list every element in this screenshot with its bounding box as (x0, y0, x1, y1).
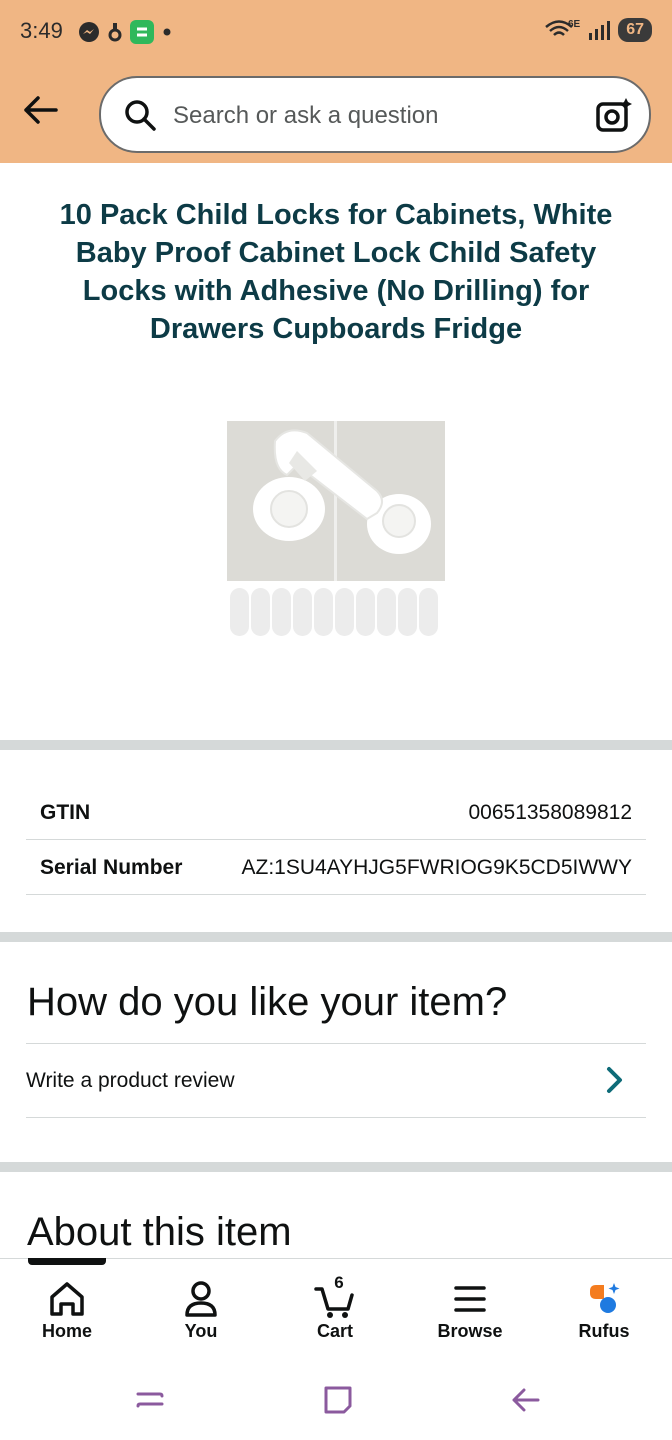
battery-indicator: 67 (618, 18, 652, 42)
back-button[interactable] (20, 90, 60, 130)
write-review-row[interactable]: Write a product review (26, 1043, 646, 1118)
green-app-icon (130, 20, 154, 44)
mini-lock (335, 588, 354, 636)
nav-rufus[interactable]: Rufus (549, 1259, 659, 1359)
section-divider (0, 932, 672, 942)
product-title: 10 Pack Child Locks for Cabinets, White … (59, 199, 613, 345)
table-row: Serial Number AZ:1SU4AYHJG5FWRIOG9K5CD5I… (26, 840, 646, 895)
system-navigation-bar (0, 1360, 672, 1440)
nav-cart[interactable]: 6 Cart (280, 1259, 390, 1359)
detail-label: Serial Number (40, 856, 183, 879)
search-bar[interactable]: Search or ask a question (99, 76, 651, 153)
messenger-icon (79, 22, 99, 42)
table-row: GTIN 00651358089812 (26, 785, 646, 840)
camera-search-icon[interactable] (595, 96, 633, 134)
search-icon (125, 100, 156, 131)
app-notification-icon (108, 23, 122, 42)
child-lock-image (253, 429, 431, 554)
nav-browse[interactable]: Browse (415, 1259, 525, 1359)
network-type: 6E (567, 18, 581, 30)
menu-icon (454, 1286, 486, 1312)
mini-lock (398, 588, 417, 636)
write-review-label: Write a product review (26, 1069, 235, 1092)
review-heading: How do you like your item? (27, 980, 508, 1024)
chevron-right-icon (607, 1067, 622, 1093)
lock-pack-thumbnails (230, 588, 440, 638)
detail-value: AZ:1SU4AYHJG5FWRIOG9K5CD5IWWY (241, 856, 632, 879)
nav-home[interactable]: Home (12, 1259, 122, 1359)
status-bar: 3:49 6E 67 (0, 0, 672, 64)
mini-lock (314, 588, 333, 636)
bottom-navigation: Home You 6 Cart Browse Rufus (0, 1258, 672, 1360)
nav-you[interactable]: You (146, 1259, 256, 1359)
nav-home-label: Home (41, 1321, 92, 1341)
notification-icons (78, 20, 172, 44)
mini-lock (251, 588, 270, 636)
mini-lock (356, 588, 375, 636)
signal-icon (589, 21, 611, 40)
detail-value: 00651358089812 (468, 801, 632, 824)
detail-label: GTIN (40, 801, 91, 824)
back-nav-icon[interactable] (510, 1384, 542, 1416)
nav-rufus-label: Rufus (578, 1321, 630, 1341)
rufus-icon (590, 1283, 620, 1313)
nav-browse-label: Browse (437, 1321, 503, 1341)
product-details-table: GTIN 00651358089812 Serial Number AZ:1SU… (26, 785, 646, 895)
home-nav-icon[interactable] (322, 1384, 354, 1416)
section-divider (0, 740, 672, 750)
dot-icon (163, 28, 171, 36)
back-arrow-icon (24, 96, 58, 124)
cart-count-badge: 6 (334, 1273, 344, 1292)
status-time: 3:49 (20, 18, 63, 43)
nav-you-label: You (184, 1321, 218, 1341)
mini-lock (377, 588, 396, 636)
mini-lock (230, 588, 249, 636)
section-divider (0, 1162, 672, 1172)
person-icon (185, 1281, 217, 1317)
mini-lock (272, 588, 291, 636)
search-input[interactable]: Search or ask a question (173, 102, 439, 130)
active-tab-indicator (28, 1258, 106, 1265)
about-heading: About this item (27, 1210, 292, 1254)
nav-cart-label: Cart (316, 1321, 353, 1341)
recent-apps-icon[interactable] (134, 1384, 166, 1416)
home-icon (50, 1282, 84, 1316)
mini-lock (419, 588, 438, 636)
mini-lock (293, 588, 312, 636)
system-status-icons: 6E 67 (544, 18, 652, 42)
product-image[interactable] (227, 421, 445, 581)
